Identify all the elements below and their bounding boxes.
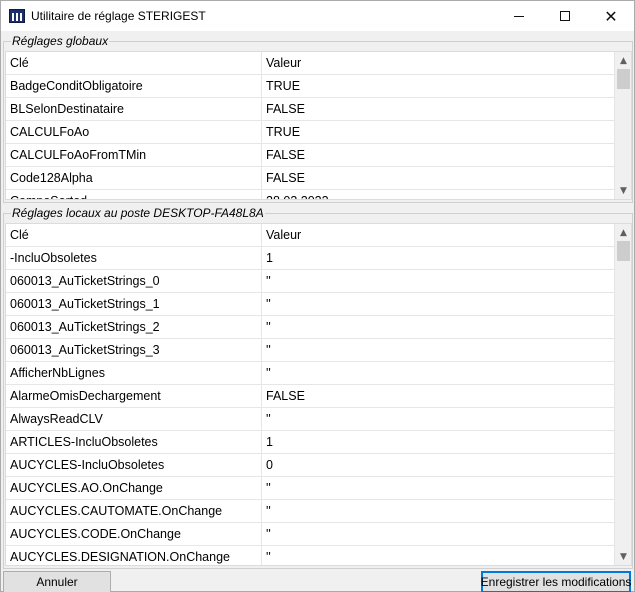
setting-value-cell[interactable]: '' — [262, 316, 614, 338]
setting-key-cell[interactable]: 060013_AuTicketStrings_3 — [6, 339, 262, 361]
setting-key-cell[interactable]: Code128Alpha — [6, 167, 262, 189]
setting-key-cell[interactable]: 060013_AuTicketStrings_1 — [6, 293, 262, 315]
setting-key-cell[interactable]: CompoSorted — [6, 190, 262, 199]
table-row[interactable]: AUCYCLES-IncluObsoletes 0 — [6, 454, 614, 477]
setting-value-cell[interactable]: TRUE — [262, 121, 614, 143]
setting-key-cell[interactable]: 060013_AuTicketStrings_0 — [6, 270, 262, 292]
table-row[interactable]: AUCYCLES.AO.OnChange '' — [6, 477, 614, 500]
setting-key-cell[interactable]: 060013_AuTicketStrings_2 — [6, 316, 262, 338]
table-row[interactable]: AfficherNbLignes '' — [6, 362, 614, 385]
table-row[interactable]: CALCULFoAo TRUE — [6, 121, 614, 144]
global-settings-scrollbar[interactable]: ▲ ▼ — [614, 52, 631, 199]
setting-key-cell[interactable]: AUCYCLES-IncluObsoletes — [6, 454, 262, 476]
column-header-value[interactable]: Valeur — [262, 224, 614, 246]
setting-key-cell[interactable]: BadgeConditObligatoire — [6, 75, 262, 97]
table-row[interactable]: Code128Alpha FALSE — [6, 167, 614, 190]
setting-value-cell[interactable]: '' — [262, 362, 614, 384]
minimize-button[interactable] — [496, 1, 542, 31]
grid-header: Clé Valeur — [6, 224, 614, 247]
table-row[interactable]: 060013_AuTicketStrings_0 '' — [6, 270, 614, 293]
local-settings-grid-body: Clé Valeur -IncluObsoletes 1 060013_AuTick… — [6, 224, 614, 565]
table-row[interactable]: 060013_AuTicketStrings_2 '' — [6, 316, 614, 339]
local-settings-scrollbar[interactable]: ▲ ▼ — [614, 224, 631, 565]
app-icon — [9, 9, 25, 23]
setting-key-cell[interactable]: BLSelonDestinataire — [6, 98, 262, 120]
scroll-up-icon[interactable]: ▲ — [615, 224, 631, 241]
maximize-button[interactable] — [542, 1, 588, 31]
column-header-key[interactable]: Clé — [6, 52, 262, 74]
setting-key-cell[interactable]: CALCULFoAoFromTMin — [6, 144, 262, 166]
table-row[interactable]: AlwaysReadCLV '' — [6, 408, 614, 431]
global-settings-group: Réglages globaux Clé Valeur BadgeConditO… — [3, 34, 633, 203]
setting-key-cell[interactable]: ARTICLES-IncluObsoletes — [6, 431, 262, 453]
setting-key-cell[interactable]: AUCYCLES.DESIGNATION.OnChange — [6, 546, 262, 565]
setting-value-cell[interactable]: 1 — [262, 247, 614, 269]
save-button[interactable]: Enregistrer les modifications — [481, 571, 631, 592]
table-row[interactable]: AUCYCLES.CODE.OnChange '' — [6, 523, 614, 546]
minimize-icon — [514, 15, 524, 17]
local-settings-group: Réglages locaux au poste DESKTOP-FA48L8A… — [3, 206, 633, 569]
setting-key-cell[interactable]: AUCYCLES.CAUTOMATE.OnChange — [6, 500, 262, 522]
table-row[interactable]: 060013_AuTicketStrings_3 '' — [6, 339, 614, 362]
scroll-thumb[interactable] — [617, 241, 630, 261]
setting-value-cell[interactable]: FALSE — [262, 167, 614, 189]
setting-value-cell[interactable]: '' — [262, 293, 614, 315]
setting-value-cell[interactable]: TRUE — [262, 75, 614, 97]
setting-value-cell[interactable]: '' — [262, 500, 614, 522]
local-settings-legend: Réglages locaux au poste DESKTOP-FA48L8A — [11, 206, 265, 220]
table-row[interactable]: -IncluObsoletes 1 — [6, 247, 614, 270]
column-header-value[interactable]: Valeur — [262, 52, 614, 74]
setting-value-cell[interactable]: FALSE — [262, 385, 614, 407]
close-icon: ✕ — [604, 6, 618, 26]
setting-value-cell[interactable]: '' — [262, 408, 614, 430]
setting-key-cell[interactable]: AUCYCLES.CODE.OnChange — [6, 523, 262, 545]
app-window: Utilitaire de réglage STERIGEST ✕ Réglag… — [0, 0, 635, 592]
scroll-thumb[interactable] — [617, 69, 630, 89]
global-settings-legend: Réglages globaux — [11, 34, 110, 48]
table-row[interactable]: BadgeConditObligatoire TRUE — [6, 75, 614, 98]
setting-value-cell[interactable]: 28.03.2022 — [262, 190, 614, 199]
table-row[interactable]: CompoSorted28.03.2022 — [6, 190, 614, 199]
table-row[interactable]: CALCULFoAoFromTMin FALSE — [6, 144, 614, 167]
setting-value-cell[interactable]: '' — [262, 339, 614, 361]
table-row[interactable]: ARTICLES-IncluObsoletes 1 — [6, 431, 614, 454]
table-row[interactable]: AUCYCLES.CAUTOMATE.OnChange '' — [6, 500, 614, 523]
setting-key-cell[interactable]: AlwaysReadCLV — [6, 408, 262, 430]
title-bar[interactable]: Utilitaire de réglage STERIGEST ✕ — [1, 1, 634, 31]
setting-key-cell[interactable]: AlarmeOmisDechargement — [6, 385, 262, 407]
scroll-down-icon[interactable]: ▼ — [615, 548, 631, 565]
setting-value-cell[interactable]: '' — [262, 523, 614, 545]
table-row[interactable]: 060013_AuTicketStrings_1 '' — [6, 293, 614, 316]
grid-header: Clé Valeur — [6, 52, 614, 75]
setting-value-cell[interactable]: FALSE — [262, 144, 614, 166]
table-row[interactable]: AlarmeOmisDechargement FALSE — [6, 385, 614, 408]
setting-value-cell[interactable]: 0 — [262, 454, 614, 476]
table-row[interactable]: AUCYCLES.DESIGNATION.OnChange '' — [6, 546, 614, 565]
setting-value-cell[interactable]: '' — [262, 477, 614, 499]
setting-key-cell[interactable]: AfficherNbLignes — [6, 362, 262, 384]
close-button[interactable]: ✕ — [588, 1, 634, 31]
scroll-up-icon[interactable]: ▲ — [615, 52, 631, 69]
setting-value-cell[interactable]: FALSE — [262, 98, 614, 120]
local-settings-grid[interactable]: Clé Valeur -IncluObsoletes 1 060013_AuTick… — [5, 223, 632, 566]
cancel-button[interactable]: Annuler — [3, 571, 111, 592]
setting-value-cell[interactable]: '' — [262, 270, 614, 292]
global-settings-grid-body: Clé Valeur BadgeConditObligatoire TRUE BLS… — [6, 52, 614, 199]
setting-value-cell[interactable]: 1 — [262, 431, 614, 453]
maximize-icon — [560, 11, 570, 21]
scroll-down-icon[interactable]: ▼ — [615, 182, 631, 199]
table-row[interactable]: BLSelonDestinataire FALSE — [6, 98, 614, 121]
window-title: Utilitaire de réglage STERIGEST — [31, 9, 206, 23]
setting-key-cell[interactable]: -IncluObsoletes — [6, 247, 262, 269]
setting-key-cell[interactable]: AUCYCLES.AO.OnChange — [6, 477, 262, 499]
setting-key-cell[interactable]: CALCULFoAo — [6, 121, 262, 143]
setting-value-cell[interactable]: '' — [262, 546, 614, 565]
column-header-key[interactable]: Clé — [6, 224, 262, 246]
global-settings-grid[interactable]: Clé Valeur BadgeConditObligatoire TRUE BLS… — [5, 51, 632, 200]
